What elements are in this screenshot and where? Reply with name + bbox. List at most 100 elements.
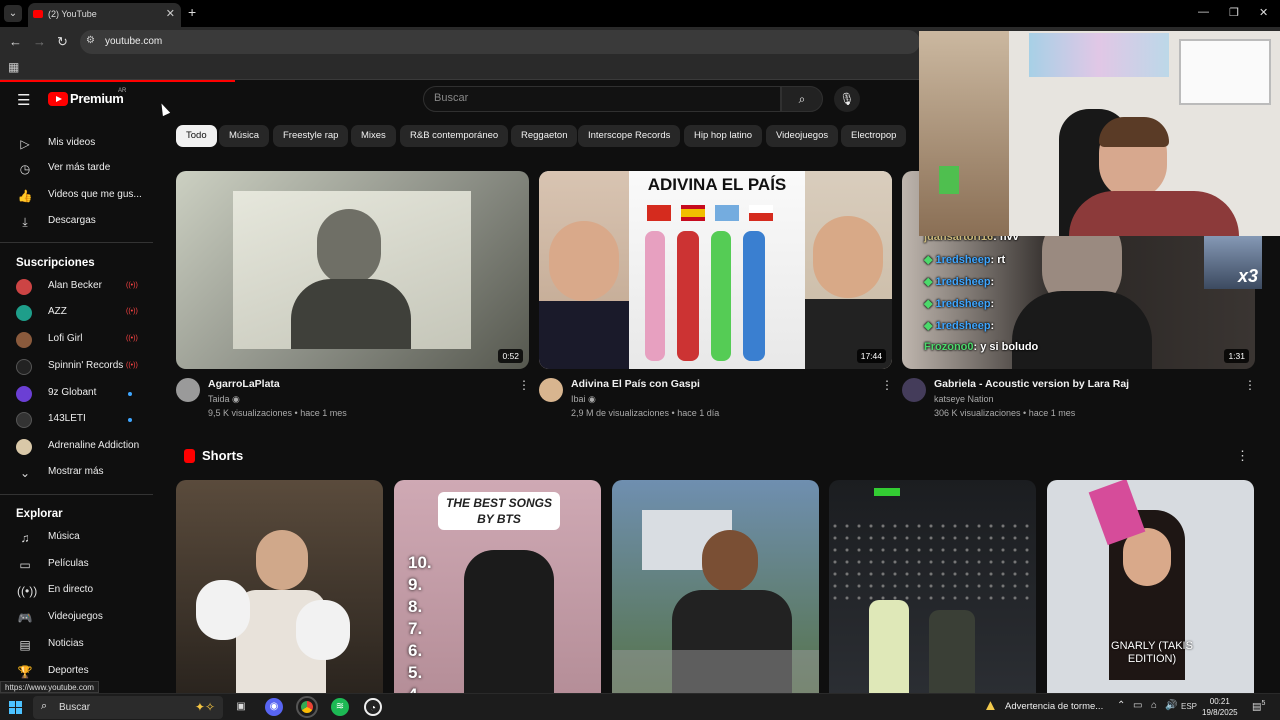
chat-user: 1redsheep	[935, 320, 991, 332]
site-info-icon[interactable]: ⚙	[86, 35, 95, 46]
shorts-menu-icon[interactable]: ⋮	[1236, 448, 1249, 464]
diamond-icon: ◆	[924, 320, 936, 332]
page-load-progress	[0, 80, 235, 82]
chip-reggaeton[interactable]: Reggaeton	[511, 125, 578, 147]
tab-search-button[interactable]: ⌄	[4, 5, 22, 22]
short-card[interactable]: GNARLY (TAKIS EDITION)	[1047, 480, 1254, 694]
short-card[interactable]	[176, 480, 383, 694]
video-title[interactable]: Adivina El País con Gaspi	[571, 378, 700, 390]
restore-window-button[interactable]: ❐	[1229, 6, 1239, 19]
sidebar-divider	[0, 242, 153, 243]
close-tab-icon[interactable]: ✕	[166, 7, 175, 20]
channel-name[interactable]: katseye Nation	[934, 394, 994, 404]
volume-icon[interactable]: 🔊	[1165, 700, 1177, 711]
short-card[interactable]	[829, 480, 1036, 694]
search-icon: ⌕	[41, 700, 48, 712]
sidebar-sub-143leti[interactable]: 143LETI	[0, 408, 155, 432]
sidebar-sub-9z-globant[interactable]: 9z Globant	[0, 382, 155, 406]
video-thumbnail[interactable]: ADIVINA EL PAÍS 17:44	[539, 171, 892, 369]
chrome-icon[interactable]	[296, 696, 318, 718]
new-tab-button[interactable]: +	[188, 4, 196, 20]
chat-line: ◆ 1redsheep: rt	[924, 253, 1005, 266]
channel-name: Alan Becker	[48, 280, 102, 291]
video-menu-icon[interactable]: ⋮	[518, 378, 530, 392]
start-button[interactable]	[9, 701, 22, 714]
task-view-icon[interactable]: ▣	[232, 698, 250, 716]
diamond-icon: ◆	[924, 298, 936, 310]
chip-rnb[interactable]: R&B contemporáneo	[400, 125, 509, 147]
chip-todo[interactable]: Todo	[176, 125, 217, 147]
sidebar-item-label: Videojuegos	[48, 611, 103, 622]
sidebar-item-my-videos[interactable]: ▷ Mis videos	[0, 132, 155, 156]
sparkle-icon: ✦✧	[194, 700, 215, 714]
taskbar-search[interactable]: ⌕ Buscar ✦✧	[33, 696, 223, 719]
sidebar-sub-adrenaline-addiction[interactable]: Adrenaline Addiction	[0, 435, 155, 459]
minimize-window-button[interactable]: —	[1198, 6, 1209, 18]
sidebar-item-gaming[interactable]: 🎮 Videojuegos	[0, 606, 155, 630]
language-indicator[interactable]: ESP	[1181, 702, 1197, 711]
chip-videojuegos[interactable]: Videojuegos	[766, 125, 839, 147]
chip-freestyle-rap[interactable]: Freestyle rap	[273, 125, 349, 147]
sidebar-sub-lofi-girl[interactable]: Lofi Girl ((•))	[0, 328, 155, 352]
channel-name: 9z Globant	[48, 387, 97, 398]
search-box	[423, 86, 781, 112]
apps-grid-icon[interactable]: ▦	[8, 60, 19, 74]
short-card[interactable]	[612, 480, 819, 694]
show-more-button[interactable]: ⌄ Mostrar más	[0, 461, 155, 485]
address-bar[interactable]: ⚙ youtube.com	[80, 30, 920, 54]
chip-electropop[interactable]: Electropop	[841, 125, 907, 147]
video-title[interactable]: AgarroLaPlata	[208, 378, 280, 390]
sidebar-divider	[0, 494, 153, 495]
chip-interscope[interactable]: Interscope Records	[578, 125, 681, 147]
discord-icon[interactable]: ◉	[265, 698, 283, 716]
menu-icon[interactable]: ☰	[17, 91, 30, 109]
browser-tab[interactable]: (2) YouTube ✕	[28, 3, 181, 27]
obs-icon[interactable]: ◔	[364, 698, 382, 716]
chip-hip-hop-latino[interactable]: Hip hop latino	[684, 125, 763, 147]
search-button[interactable]: ⌕	[781, 86, 823, 112]
sidebar-item-watch-later[interactable]: ◷ Ver más tarde	[0, 157, 155, 181]
subscriptions-heading[interactable]: Suscripciones	[16, 257, 95, 269]
reload-button[interactable]: ↻	[57, 34, 68, 50]
channel-avatar[interactable]	[539, 378, 563, 402]
sidebar-item-news[interactable]: ▤ Noticias	[0, 633, 155, 657]
video-menu-icon[interactable]: ⋮	[881, 378, 893, 392]
chip-musica[interactable]: Música	[219, 125, 270, 147]
video-title[interactable]: Gabriela - Acoustic version by Lara Raj	[934, 378, 1129, 390]
back-button[interactable]: ←	[9, 34, 22, 49]
video-menu-icon[interactable]: ⋮	[1244, 378, 1256, 392]
my-videos-icon: ▷	[20, 137, 30, 151]
network-icon[interactable]: ⌂	[1151, 700, 1157, 711]
video-thumbnail[interactable]: 0:52	[176, 171, 529, 369]
sidebar-item-music[interactable]: ♫ Música	[0, 526, 155, 550]
channel-avatar[interactable]	[176, 378, 200, 402]
weather-alert[interactable]: Advertencia de torme...	[1005, 701, 1103, 712]
sidebar-sub-alan-becker[interactable]: Alan Becker ((•))	[0, 275, 155, 299]
sidebar-item-liked-videos[interactable]: 👍 Videos que me gus...	[0, 184, 155, 208]
sidebar-item-movies[interactable]: ▭ Películas	[0, 553, 155, 577]
tray-chevron-icon[interactable]: ⌃	[1117, 700, 1125, 711]
channel-avatar[interactable]	[902, 378, 926, 402]
tray-display-icon[interactable]: ▭	[1133, 700, 1142, 711]
voice-search-button[interactable]: 🎙	[834, 86, 860, 112]
sidebar-item-live[interactable]: ((•)) En directo	[0, 579, 155, 603]
sidebar-item-label: Música	[48, 531, 80, 542]
sidebar-sub-spinnin-records[interactable]: Spinnin' Records ((•))	[0, 355, 155, 379]
close-window-button[interactable]: ✕	[1259, 6, 1268, 19]
forward-button[interactable]: →	[33, 34, 46, 49]
short-card[interactable]: THE BEST SONGS BY BTS 10. 9. 8. 7. 6. 5.…	[394, 480, 601, 694]
chip-mixes[interactable]: Mixes	[351, 125, 396, 147]
sidebar-item-downloads[interactable]: ⤓ Descargas	[0, 210, 155, 234]
channel-name[interactable]: Ibai ◉	[571, 394, 596, 405]
channel-name[interactable]: Taida ◉	[208, 394, 240, 405]
search-icon: ⌕	[798, 92, 806, 106]
browser-tab-bar: ⌄ (2) YouTube ✕ + — ❐ ✕	[0, 0, 1280, 27]
gaming-icon: 🎮	[17, 611, 33, 625]
spotify-icon[interactable]: ≋	[331, 698, 349, 716]
youtube-favicon-icon	[33, 10, 43, 18]
notification-icon[interactable]: ▤5	[1252, 700, 1265, 712]
search-input[interactable]	[434, 92, 764, 104]
clock[interactable]: 00:21 19/8/2025	[1202, 696, 1238, 718]
microphone-icon: 🎙	[839, 92, 855, 106]
sidebar-sub-azz[interactable]: AZZ ((•))	[0, 301, 155, 325]
